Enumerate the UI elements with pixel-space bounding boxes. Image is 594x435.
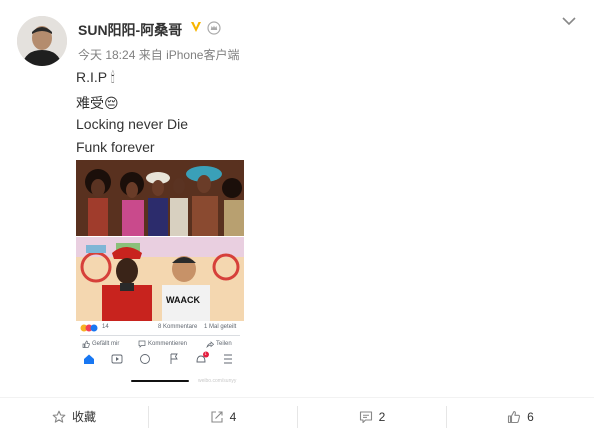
comment-count: 2 [378, 409, 386, 424]
source-device[interactable]: iPhone客户端 [166, 48, 239, 62]
comment-icon [359, 410, 372, 423]
repost-button[interactable]: 4 [149, 398, 297, 435]
comment-button[interactable]: 2 [298, 398, 446, 435]
repost-icon [211, 410, 223, 423]
fb-like-button[interactable]: Gefällt mir [82, 340, 119, 348]
flag-icon [170, 353, 178, 364]
menu-icon [224, 354, 232, 364]
post-text-line: R.I.P 🕯 [76, 69, 115, 85]
action-bar: 收藏 4 2 6 [0, 398, 594, 435]
avatar[interactable] [17, 16, 67, 66]
fb-share-label: Teilen [216, 341, 232, 347]
verified-badge-icon [191, 22, 201, 32]
username[interactable]: SUN阳阳-阿桑哥 [78, 20, 182, 40]
home-indicator [131, 380, 189, 382]
weibo-post-card: SUN阳阳-阿桑哥 今天 18:24 来自 iPhone客户端 R.I.P 🕯 … [0, 0, 594, 435]
thumbs-up-icon [508, 410, 521, 423]
vip-crown-icon[interactable] [207, 21, 221, 35]
repost-count: 4 [229, 409, 237, 424]
favorite-label: 收藏 [71, 410, 96, 424]
star-icon [52, 410, 66, 423]
favorite-button[interactable]: 收藏 [0, 398, 148, 435]
fb-comment-label: Kommentieren [148, 341, 188, 347]
fb-divider [80, 335, 240, 336]
fb-share-button[interactable]: Teilen [206, 340, 232, 348]
post-time[interactable]: 今天 18:24 [78, 48, 135, 62]
svg-text:WAACK: WAACK [166, 295, 200, 305]
like-button[interactable]: 6 [447, 398, 594, 435]
fb-comment-count: 8 Kommentare [158, 324, 198, 330]
portrait-photo: WAACK [76, 237, 244, 321]
post-image[interactable]: WAACK 14 8 Kommentare 1 Mal geteilt Gefä… [76, 160, 244, 386]
post-text-line: Funk forever [76, 139, 155, 155]
share-arrow-icon [206, 341, 214, 348]
thumbs-up-icon [82, 340, 90, 348]
bell-icon [196, 355, 206, 363]
home-icon [84, 354, 94, 364]
image-watermark: weibo.com/sunyy [198, 378, 237, 384]
profile-icon [140, 354, 150, 364]
source-prefix: 来自 [138, 48, 163, 62]
post-meta: 今天 18:24 来自 iPhone客户端 [78, 46, 239, 63]
fb-share-count: 1 Mal geteilt [204, 324, 237, 330]
like-count: 6 [527, 409, 534, 424]
fb-like-label: Gefällt mir [92, 341, 120, 347]
post-text-line: Locking never Die [76, 116, 189, 132]
post-text-line: 难受😔 [76, 95, 119, 111]
group-photo [76, 160, 244, 236]
fb-comment-button[interactable]: Kommentieren [138, 340, 187, 348]
fb-reaction-count: 14 [102, 324, 109, 330]
fb-notification-count: 1 [204, 351, 207, 356]
comment-bubble-icon [138, 340, 146, 348]
fb-tab-bar [76, 350, 244, 368]
chevron-down-icon[interactable] [560, 14, 578, 28]
